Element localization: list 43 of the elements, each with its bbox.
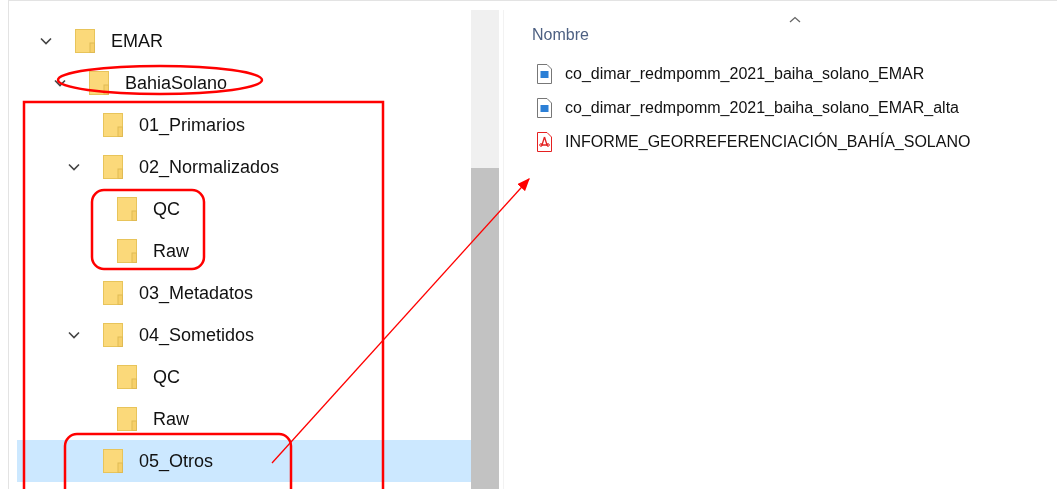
folder-icon: [103, 155, 123, 179]
folder-name: Raw: [153, 408, 189, 430]
tree-item[interactable]: 03_Metadatos: [17, 272, 471, 314]
image-file-icon: [537, 64, 552, 84]
folder-icon: [117, 197, 137, 221]
folder-icon: [103, 281, 123, 305]
folder-icon: [103, 449, 123, 473]
file-item[interactable]: co_dimar_redmpomm_2021_baiha_solano_EMAR: [532, 57, 1057, 91]
folder-name: QC: [153, 198, 180, 220]
folder-icon: [103, 113, 123, 137]
tree-item[interactable]: BahiaSolano: [17, 62, 471, 104]
tree-item[interactable]: 01_Primarios: [17, 104, 471, 146]
folder-icon: [117, 407, 137, 431]
tree-item[interactable]: Raw: [17, 398, 471, 440]
folder-icon: [103, 323, 123, 347]
tree-item[interactable]: 04_Sometidos: [17, 314, 471, 356]
file-item[interactable]: co_dimar_redmpomm_2021_baiha_solano_EMAR_alta: [532, 91, 1057, 125]
folder-name: BahiaSolano: [125, 72, 228, 94]
scrollbar-thumb[interactable]: [471, 168, 499, 489]
folder-name: 03_Metadatos: [139, 282, 254, 304]
folder-icon: [117, 239, 137, 263]
tree-item[interactable]: EMAR: [17, 20, 471, 62]
folder-name: 01_Primarios: [139, 114, 246, 136]
scrollbar-track[interactable]: [471, 10, 499, 489]
pdf-file-icon: [537, 132, 552, 152]
file-item[interactable]: INFORME_GEORREFERENCIACIÓN_BAHÍA_SOLANO: [532, 125, 1057, 159]
sort-caret-icon[interactable]: [789, 16, 801, 24]
tree-item[interactable]: 05_Otros: [17, 440, 471, 482]
folder-name: Raw: [153, 240, 189, 262]
folder-name: EMAR: [111, 30, 163, 52]
folder-icon: [89, 71, 109, 95]
tree-item[interactable]: 02_Normalizados: [17, 146, 471, 188]
column-header[interactable]: Nombre: [532, 26, 589, 44]
folder-name: QC: [153, 366, 180, 388]
tree-item[interactable]: Raw: [17, 230, 471, 272]
folder-icon: [117, 365, 137, 389]
image-file-icon: [537, 98, 552, 118]
folder-name: 04_Sometidos: [139, 324, 255, 346]
folder-name: 02_Normalizados: [139, 156, 280, 178]
tree-item[interactable]: QC: [17, 188, 471, 230]
tree-item[interactable]: QC: [17, 356, 471, 398]
folder-icon: [75, 29, 95, 53]
folder-name: 05_Otros: [139, 450, 214, 472]
